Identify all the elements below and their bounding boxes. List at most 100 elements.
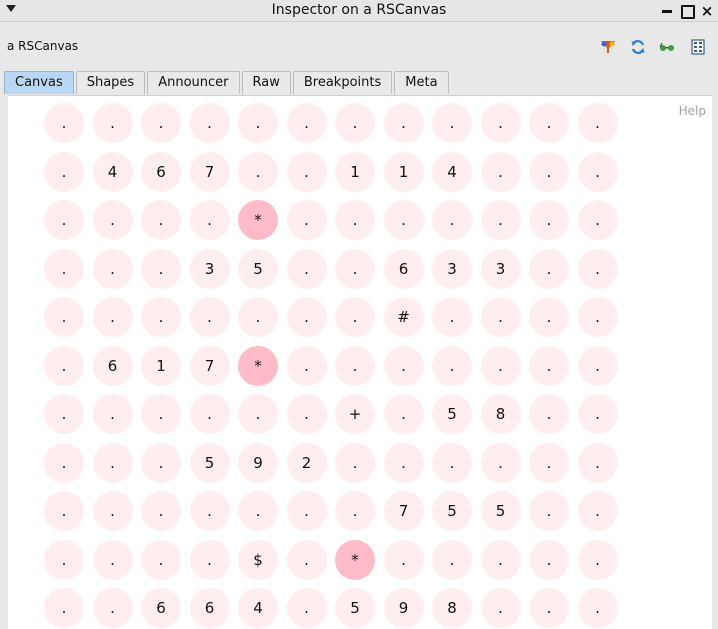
canvas-cell[interactable]: . xyxy=(335,297,375,337)
canvas-cell[interactable]: . xyxy=(238,491,278,531)
canvas-cell[interactable]: . xyxy=(44,442,84,483)
canvas-cell[interactable]: . xyxy=(529,539,569,580)
canvas-cell[interactable]: 6 xyxy=(189,588,230,628)
canvas-cell[interactable]: . xyxy=(286,491,327,531)
canvas-cell[interactable]: . xyxy=(529,442,569,483)
canvas-cell[interactable]: . xyxy=(92,588,133,628)
canvas-cell[interactable]: . xyxy=(383,442,424,483)
canvas-cell[interactable]: . xyxy=(44,103,84,143)
canvas-cell[interactable]: # xyxy=(383,297,424,337)
canvas-cell[interactable]: . xyxy=(286,539,327,580)
canvas-cell[interactable]: . xyxy=(480,151,521,192)
tab-canvas[interactable]: Canvas xyxy=(4,71,74,94)
canvas-cell[interactable]: . xyxy=(286,588,327,628)
canvas-cell[interactable]: . xyxy=(141,491,181,531)
canvas-cell[interactable]: . xyxy=(44,394,84,434)
canvas-cell[interactable]: . xyxy=(577,345,618,386)
canvas-cell[interactable]: . xyxy=(577,539,618,580)
canvas-cell[interactable]: 7 xyxy=(383,491,424,531)
canvas-cell[interactable]: 1 xyxy=(383,151,424,192)
canvas-cell[interactable]: . xyxy=(577,103,618,143)
canvas-cell[interactable]: * xyxy=(238,200,278,240)
tab-breakpoints[interactable]: Breakpoints xyxy=(292,71,393,94)
canvas-cell[interactable]: . xyxy=(383,394,424,434)
canvas-cell[interactable]: . xyxy=(480,588,521,628)
canvas-cell[interactable]: . xyxy=(383,345,424,386)
canvas-cell[interactable]: . xyxy=(335,491,375,531)
tab-raw[interactable]: Raw xyxy=(241,71,291,94)
canvas-cell[interactable]: . xyxy=(577,394,618,434)
canvas-cell[interactable]: 4 xyxy=(238,588,278,628)
canvas-cell[interactable]: . xyxy=(577,297,618,337)
canvas-cell[interactable]: . xyxy=(577,442,618,483)
canvas-cell[interactable]: . xyxy=(529,588,569,628)
canvas-cell[interactable]: . xyxy=(141,248,181,289)
canvas-cell[interactable]: 6 xyxy=(92,345,133,386)
canvas-cell[interactable]: . xyxy=(529,491,569,531)
canvas-cell[interactable]: . xyxy=(432,345,472,386)
canvas-cell[interactable]: . xyxy=(577,491,618,531)
canvas-cell[interactable]: . xyxy=(286,297,327,337)
canvas-cell[interactable]: . xyxy=(141,103,181,143)
canvas-cell[interactable]: 2 xyxy=(286,442,327,483)
canvas-cell[interactable]: + xyxy=(335,394,375,434)
canvas-cell[interactable]: . xyxy=(44,248,84,289)
canvas-cell[interactable]: . xyxy=(577,588,618,628)
canvas-cell[interactable]: . xyxy=(286,394,327,434)
canvas-cell[interactable]: . xyxy=(189,200,230,240)
canvas-cell[interactable]: 4 xyxy=(92,151,133,192)
canvas-cell[interactable]: . xyxy=(383,200,424,240)
canvas-cell[interactable]: . xyxy=(335,248,375,289)
canvas-cell[interactable]: 3 xyxy=(432,248,472,289)
canvas-cell[interactable]: * xyxy=(335,539,375,580)
canvas-cell[interactable]: . xyxy=(92,103,133,143)
canvas-cell[interactable]: . xyxy=(577,200,618,240)
canvas-cell[interactable]: . xyxy=(238,297,278,337)
canvas-cell[interactable]: . xyxy=(238,394,278,434)
table-icon[interactable] xyxy=(690,39,706,55)
canvas-cell[interactable]: . xyxy=(480,200,521,240)
canvas-cell[interactable]: 1 xyxy=(141,345,181,386)
canvas-cell[interactable]: 4 xyxy=(432,151,472,192)
tab-announcer[interactable]: Announcer xyxy=(147,71,240,94)
canvas-cell[interactable]: 5 xyxy=(432,394,472,434)
canvas-cell[interactable]: . xyxy=(189,297,230,337)
canvas-cell[interactable]: . xyxy=(141,394,181,434)
canvas-cell[interactable]: . xyxy=(432,200,472,240)
canvas-cell[interactable]: . xyxy=(92,297,133,337)
canvas-cell[interactable]: . xyxy=(141,200,181,240)
canvas-cell[interactable]: 6 xyxy=(141,151,181,192)
canvas-cell[interactable]: . xyxy=(238,103,278,143)
canvas-cell[interactable]: 7 xyxy=(189,151,230,192)
canvas-cell[interactable]: . xyxy=(480,539,521,580)
canvas-cell[interactable]: . xyxy=(44,200,84,240)
canvas-cell[interactable]: . xyxy=(383,539,424,580)
canvas-cell[interactable]: . xyxy=(577,151,618,192)
canvas-cell[interactable]: . xyxy=(480,345,521,386)
canvas-cell[interactable]: . xyxy=(238,151,278,192)
canvas-cell[interactable]: . xyxy=(44,151,84,192)
canvas-cell[interactable]: . xyxy=(286,200,327,240)
canvas-cell[interactable]: 3 xyxy=(480,248,521,289)
canvas-cell[interactable]: . xyxy=(335,103,375,143)
canvas-cell[interactable]: 5 xyxy=(238,248,278,289)
canvas-cell[interactable]: . xyxy=(480,297,521,337)
canvas-cell[interactable]: . xyxy=(92,248,133,289)
canvas-cell[interactable]: . xyxy=(44,539,84,580)
canvas-cell[interactable]: . xyxy=(141,297,181,337)
canvas-cell[interactable]: 8 xyxy=(432,588,472,628)
canvas-cell[interactable]: . xyxy=(189,539,230,580)
canvas-cell[interactable]: . xyxy=(44,491,84,531)
canvas-cell[interactable]: . xyxy=(92,442,133,483)
tab-shapes[interactable]: Shapes xyxy=(75,71,146,94)
canvas-cell[interactable]: . xyxy=(529,103,569,143)
canvas-cell[interactable]: . xyxy=(335,345,375,386)
canvas-cell[interactable]: . xyxy=(189,103,230,143)
canvas-cell[interactable]: . xyxy=(286,103,327,143)
canvas-cell[interactable]: . xyxy=(335,442,375,483)
canvas-cell[interactable]: . xyxy=(529,297,569,337)
canvas-cell[interactable]: . xyxy=(92,539,133,580)
refresh-icon[interactable] xyxy=(630,39,646,55)
canvas-cell[interactable]: . xyxy=(432,442,472,483)
close-icon[interactable]: × xyxy=(700,4,714,19)
